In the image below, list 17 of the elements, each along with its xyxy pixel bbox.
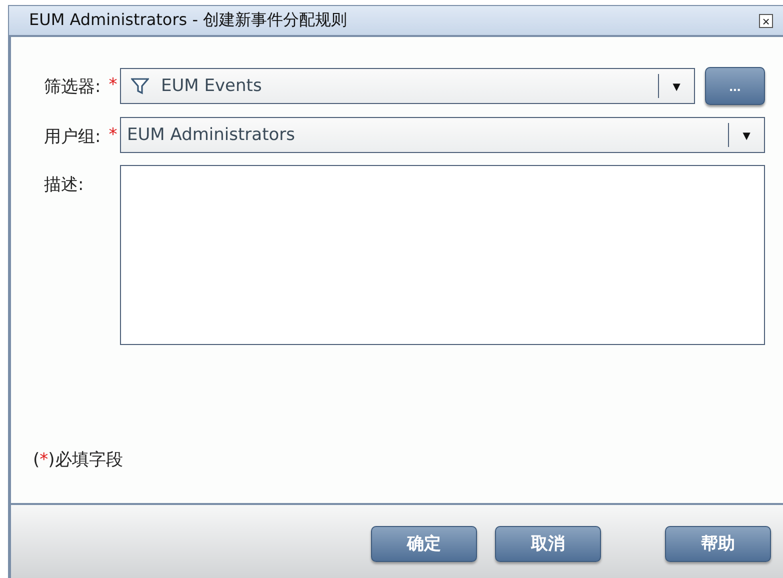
field-value: EUM Events [160, 76, 263, 96]
dropdown-field[interactable]: EUM Events ▼ [120, 68, 695, 104]
field-value: EUM Administrators [126, 125, 296, 145]
close-button[interactable]: × [759, 14, 773, 28]
field-label: 描述: [44, 174, 84, 196]
window-title: EUM Administrators - 创建新事件分配规则 [29, 10, 348, 31]
required-note: (*)必填字段 [33, 449, 124, 471]
browse-button[interactable]: ... [705, 67, 765, 105]
dialog-button[interactable]: 取消 [495, 526, 601, 562]
dropdown-field[interactable]: EUM Administrators ▼ [120, 117, 765, 153]
field-label: 用户组: [44, 126, 101, 148]
field-label: 筛选器: [44, 76, 101, 98]
dialog-button[interactable]: 帮助 [665, 526, 771, 562]
required-mark: * [108, 75, 118, 97]
dialog-button[interactable]: 确定 [371, 526, 477, 562]
required-mark: * [108, 125, 118, 147]
description-field[interactable] [120, 165, 765, 345]
